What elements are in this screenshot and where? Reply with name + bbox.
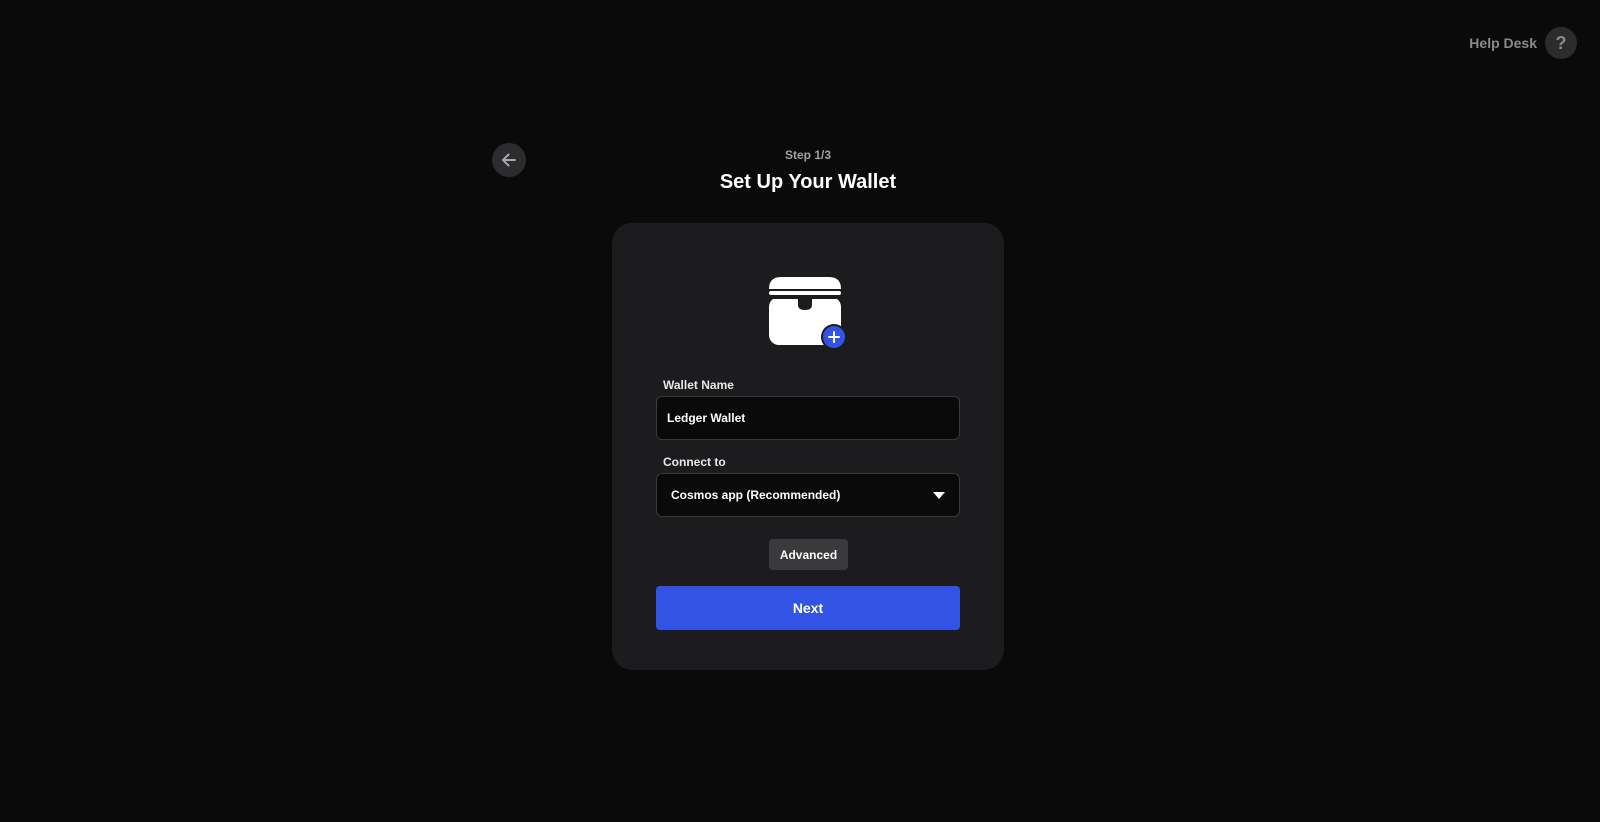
question-mark-icon[interactable]: ? — [1545, 27, 1577, 59]
wallet-name-input[interactable] — [656, 396, 960, 440]
connect-to-label: Connect to — [663, 455, 726, 469]
page: Help Desk ? Step 1/3 Set Up Your Wallet … — [0, 0, 1600, 822]
page-title: Set Up Your Wallet — [719, 171, 897, 193]
next-button[interactable]: Next — [656, 586, 960, 630]
setup-card: Wallet Name Connect to Cosmos app (Recom… — [612, 223, 1004, 670]
advanced-button[interactable]: Advanced — [769, 539, 848, 570]
wallet-add-icon — [769, 277, 847, 350]
connect-to-dropdown[interactable]: Cosmos app (Recommended) — [656, 473, 960, 517]
caret-down-icon — [933, 491, 945, 499]
step-indicator: Step 1/3 — [784, 148, 832, 162]
help-desk-label: Help Desk — [1469, 35, 1537, 51]
help-desk-link[interactable]: Help Desk ? — [1469, 27, 1577, 59]
wallet-name-label: Wallet Name — [663, 378, 734, 392]
connect-to-selected-value: Cosmos app (Recommended) — [671, 488, 841, 502]
